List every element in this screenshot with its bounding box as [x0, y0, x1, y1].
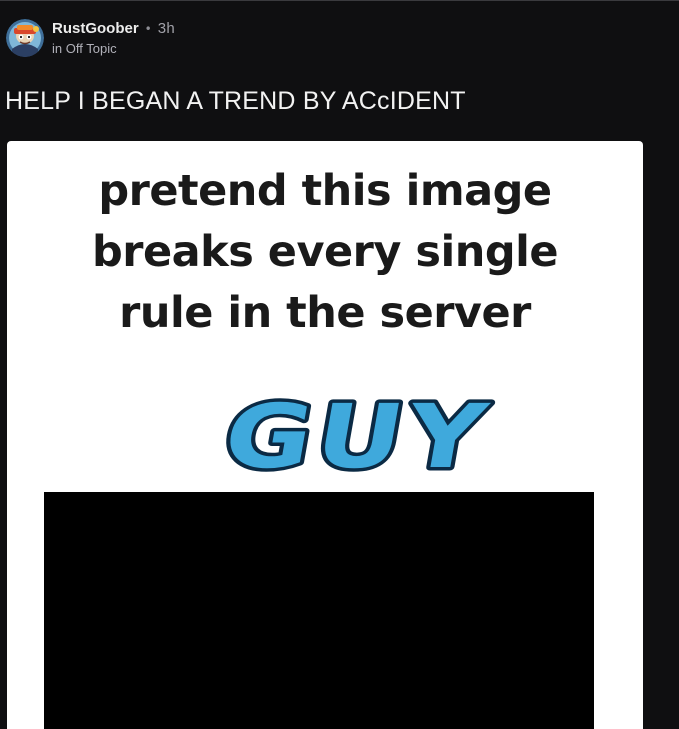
- guy-word-text: GUY: [216, 389, 497, 484]
- author-avatar[interactable]: [6, 19, 44, 57]
- meme-caption: pretend this image breaks every single r…: [7, 161, 643, 344]
- post-timestamp: 3h: [157, 20, 176, 37]
- avatar-image-icon: [6, 19, 44, 57]
- community-prefix: in: [52, 41, 63, 56]
- author-block: RustGoober • 3h in Off Topic: [52, 20, 175, 56]
- author-name[interactable]: RustGoober: [52, 20, 139, 37]
- redaction-box: [44, 492, 594, 729]
- meme-caption-line-3: rule in the server: [119, 288, 531, 338]
- meta-separator: •: [144, 22, 152, 36]
- top-divider: [0, 0, 679, 1]
- community-link[interactable]: Off Topic: [66, 41, 117, 56]
- post-image[interactable]: pretend this image breaks every single r…: [7, 141, 643, 729]
- meme-caption-line-2: breaks every single: [91, 227, 559, 277]
- post-title: HELP I BEGAN A TREND BY ACcIDENT: [5, 87, 466, 115]
- post-header: RustGoober • 3h in Off Topic: [6, 17, 175, 59]
- guy-word-art: GUY: [212, 389, 501, 484]
- meme-caption-line-1: pretend this image: [98, 166, 552, 216]
- community-line: in Off Topic: [52, 41, 175, 56]
- author-line: RustGoober • 3h: [52, 20, 175, 40]
